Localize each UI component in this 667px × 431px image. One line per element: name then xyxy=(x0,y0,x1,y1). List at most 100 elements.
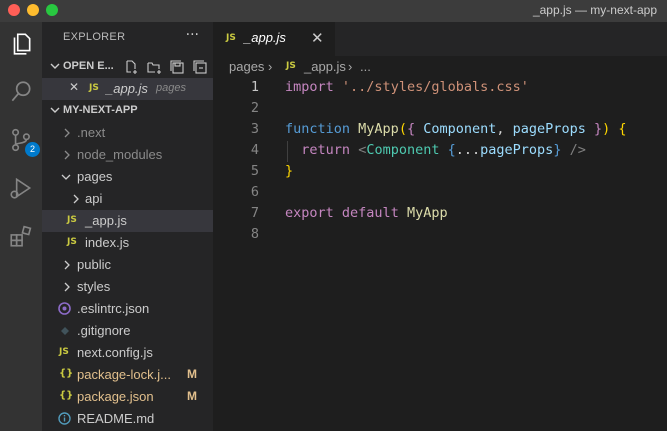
tree-item-label: package.json xyxy=(77,389,154,404)
token-component: Component xyxy=(366,142,440,158)
code-line-5: } xyxy=(285,163,293,179)
chevron-down-icon xyxy=(50,63,60,69)
breadcrumb: pages › JS _app.js › ... xyxy=(213,56,667,78)
tree-file-app-js[interactable]: JS _app.js xyxy=(42,210,213,232)
token-keyword: export xyxy=(285,205,334,221)
tree-folder-styles[interactable]: styles xyxy=(42,276,213,298)
token-keyword: return xyxy=(301,142,351,158)
line-number: 8 xyxy=(250,226,259,242)
code-editor[interactable]: 1 2 3 4 5 6 7 8 import '../styles/global… xyxy=(213,78,667,431)
token-angle: /> xyxy=(569,142,586,158)
chevron-right-icon xyxy=(64,128,70,138)
explorer-header: EXPLORER ··· xyxy=(42,22,213,56)
tree-item-label: api xyxy=(85,191,103,206)
code-line-4: return <Component {...pageProps} /> xyxy=(285,142,586,158)
chevron-right-icon xyxy=(64,282,70,292)
maximize-window-button[interactable] xyxy=(46,4,58,16)
tab-close-icon[interactable]: ✕ xyxy=(311,30,324,46)
breadcrumb-file[interactable]: _app.js xyxy=(304,59,346,74)
save-all-icon[interactable] xyxy=(169,59,186,75)
open-editor-item[interactable]: ✕ JS _app.js pages xyxy=(42,78,213,100)
close-editor-icon[interactable]: ✕ xyxy=(69,80,79,94)
activity-bar: 2 xyxy=(0,22,42,431)
line-number: 7 xyxy=(250,205,259,221)
source-control-icon[interactable]: 2 xyxy=(5,124,40,157)
token-brace: } xyxy=(593,121,603,137)
breadcrumb-symbol[interactable]: ... xyxy=(360,59,371,74)
run-debug-icon[interactable] xyxy=(5,172,37,204)
token-spread: ... xyxy=(455,142,481,158)
token-keyword: function xyxy=(285,121,351,137)
breadcrumb-separator: › xyxy=(348,59,353,74)
more-actions-button[interactable]: ··· xyxy=(186,27,199,43)
eslint-icon xyxy=(58,302,71,315)
explorer-icon[interactable] xyxy=(5,28,37,60)
json-file-icon: {} xyxy=(59,390,74,401)
open-editors-section-header[interactable]: OPEN E... xyxy=(42,56,213,78)
new-folder-icon[interactable] xyxy=(146,59,163,75)
breadcrumb-folder[interactable]: pages xyxy=(229,59,264,74)
tree-file-next-config[interactable]: JS next.config.js xyxy=(42,342,213,364)
line-number: 6 xyxy=(250,184,259,200)
tab-app-js[interactable]: JS _app.js ✕ xyxy=(213,22,335,56)
open-editor-filename: _app.js xyxy=(106,81,148,96)
tree-item-label: .next xyxy=(77,125,106,140)
js-file-icon: JS xyxy=(59,347,69,357)
token-punctuation: , xyxy=(496,121,505,137)
chevron-down-icon xyxy=(61,174,71,180)
chevron-right-icon xyxy=(73,194,79,204)
open-editors-label: OPEN E... xyxy=(63,60,114,72)
modified-badge: M xyxy=(187,389,197,403)
token-variable: pageProps xyxy=(480,142,554,158)
line-number: 4 xyxy=(250,142,259,158)
open-editor-folder: pages xyxy=(156,82,186,94)
token-param: pageProps xyxy=(512,121,586,137)
tree-folder-public[interactable]: public xyxy=(42,254,213,276)
explorer-sidebar: EXPLORER ··· OPEN E... ✕ JS _app.js page… xyxy=(42,22,213,431)
tab-label: _app.js xyxy=(244,30,286,45)
line-number: 2 xyxy=(250,100,259,116)
project-section-header[interactable]: MY-NEXT-APP xyxy=(42,100,213,122)
tree-folder-next[interactable]: .next xyxy=(42,122,213,144)
editor-tab-bar: JS _app.js ✕ xyxy=(213,22,667,56)
tree-item-label: README.md xyxy=(77,411,155,426)
tree-item-label: index.js xyxy=(85,235,130,250)
chevron-right-icon xyxy=(64,150,70,160)
tree-folder-api[interactable]: api xyxy=(42,188,213,210)
tree-file-index-js[interactable]: JS index.js xyxy=(42,232,213,254)
token-string: '../styles/globals.css' xyxy=(341,79,529,95)
line-number: 1 xyxy=(250,79,259,95)
token-param: Component xyxy=(423,121,497,137)
chevron-down-icon xyxy=(50,107,60,113)
token-paren: ( xyxy=(398,121,407,137)
minimize-window-button[interactable] xyxy=(27,4,39,16)
token-function: MyApp xyxy=(358,121,399,137)
tree-item-label: .eslintrc.json xyxy=(77,301,150,316)
tree-file-package-lock[interactable]: {} package-lock.j... M xyxy=(42,364,213,386)
token-function: MyApp xyxy=(406,205,448,221)
tree-folder-pages[interactable]: pages xyxy=(42,166,213,188)
tree-folder-node-modules[interactable]: node_modules xyxy=(42,144,213,166)
tree-item-label: next.config.js xyxy=(77,345,153,360)
tree-item-label: package-lock.j... xyxy=(77,367,171,382)
tree-file-package-json[interactable]: {} package.json M xyxy=(42,386,213,408)
line-number: 3 xyxy=(250,121,259,137)
source-control-badge: 2 xyxy=(25,142,40,157)
token-brace: } xyxy=(553,142,562,158)
new-file-icon[interactable] xyxy=(123,59,140,75)
close-window-button[interactable] xyxy=(8,4,20,16)
js-file-icon: JS xyxy=(67,237,77,247)
search-icon[interactable] xyxy=(5,76,37,108)
tree-file-eslintrc[interactable]: .eslintrc.json xyxy=(42,298,213,320)
tree-item-label: _app.js xyxy=(85,213,127,228)
title-bar: _app.js — my-next-app xyxy=(0,0,667,22)
project-label: MY-NEXT-APP xyxy=(63,104,138,116)
tree-file-gitignore[interactable]: .gitignore xyxy=(42,320,213,342)
tree-file-readme[interactable]: README.md xyxy=(42,408,213,430)
collapse-all-icon[interactable] xyxy=(192,59,209,75)
line-number: 5 xyxy=(250,163,259,179)
token-keyword: default xyxy=(341,205,399,221)
extensions-icon[interactable] xyxy=(5,220,37,252)
info-icon xyxy=(58,412,71,425)
git-icon xyxy=(61,327,69,335)
